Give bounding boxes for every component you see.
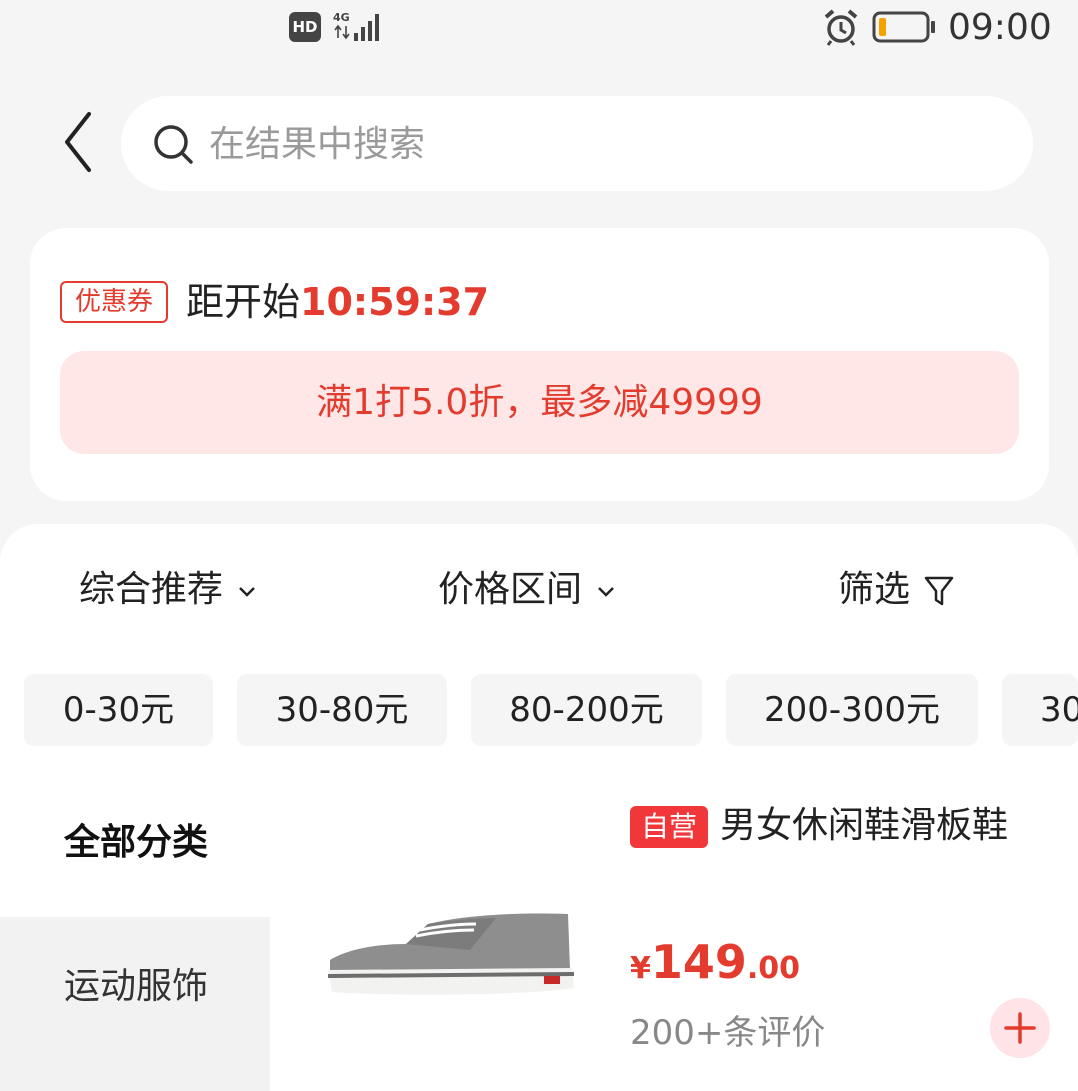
chevron-down-icon: [598, 587, 614, 597]
coupon-start-label: 距开始: [186, 280, 301, 324]
coupon-countdown: 10:59:37: [300, 280, 490, 324]
price-decimal: .00: [746, 951, 801, 986]
plus-icon: [1004, 1012, 1036, 1044]
search-input[interactable]: [209, 114, 989, 174]
price-chip[interactable]: 30-80元: [237, 674, 447, 746]
category-item-sportswear[interactable]: 运动服饰: [64, 961, 208, 1013]
coupon-rule-banner: 满1打5.0折，最多减49999: [60, 351, 1019, 454]
battery-icon: [872, 11, 935, 43]
filter-panel: 综合推荐 价格区间 筛选 0-30元 30-80元 80-200元 200-30…: [0, 524, 1078, 1091]
category-title: 全部分类: [64, 822, 209, 863]
product-image[interactable]: [320, 904, 580, 1004]
product-price: ¥149.00: [630, 932, 800, 1003]
status-bar: HD 4G 09:00: [0, 0, 1078, 56]
price-chip[interactable]: 80-200元: [471, 674, 702, 746]
chevron-down-icon: [239, 587, 255, 597]
price-chip[interactable]: 200-300元: [726, 674, 978, 746]
network-type-label: 4G: [333, 11, 350, 24]
price-integer: 149: [650, 935, 747, 989]
price-currency: ¥: [630, 951, 651, 986]
clock: 09:00: [948, 7, 1052, 48]
back-arrow-icon[interactable]: [56, 108, 100, 176]
product-title[interactable]: 男女休闲鞋滑板鞋: [720, 800, 1008, 852]
search-icon: [154, 125, 193, 164]
filter-button[interactable]: 筛选: [838, 564, 954, 616]
coupon-tag: 优惠券: [60, 281, 168, 323]
price-chip[interactable]: 0-30元: [24, 674, 213, 746]
review-count: 200+条评价: [630, 1013, 826, 1053]
sort-comprehensive-button[interactable]: 综合推荐: [79, 564, 257, 616]
alarm-icon: [824, 9, 858, 46]
category-sidebar: 运动服饰: [0, 917, 270, 1091]
add-to-cart-button[interactable]: [990, 998, 1050, 1058]
coupon-card: 优惠券 距开始10:59:37 满1打5.0折，最多减49999: [30, 228, 1049, 501]
search-box[interactable]: [121, 96, 1033, 191]
hd-icon: HD: [289, 12, 321, 42]
sort-comprehensive-label: 综合推荐: [79, 569, 224, 610]
signal-icon: 4G: [333, 11, 379, 41]
filter-label: 筛选: [838, 569, 911, 610]
price-chip[interactable]: 30: [1002, 674, 1078, 746]
sort-price-range-button[interactable]: 价格区间: [438, 564, 616, 616]
sort-price-range-label: 价格区间: [438, 569, 583, 610]
coupon-start-text: 距开始10:59:37: [186, 276, 489, 328]
self-operated-badge: 自营: [630, 806, 708, 848]
funnel-icon: [924, 576, 954, 606]
